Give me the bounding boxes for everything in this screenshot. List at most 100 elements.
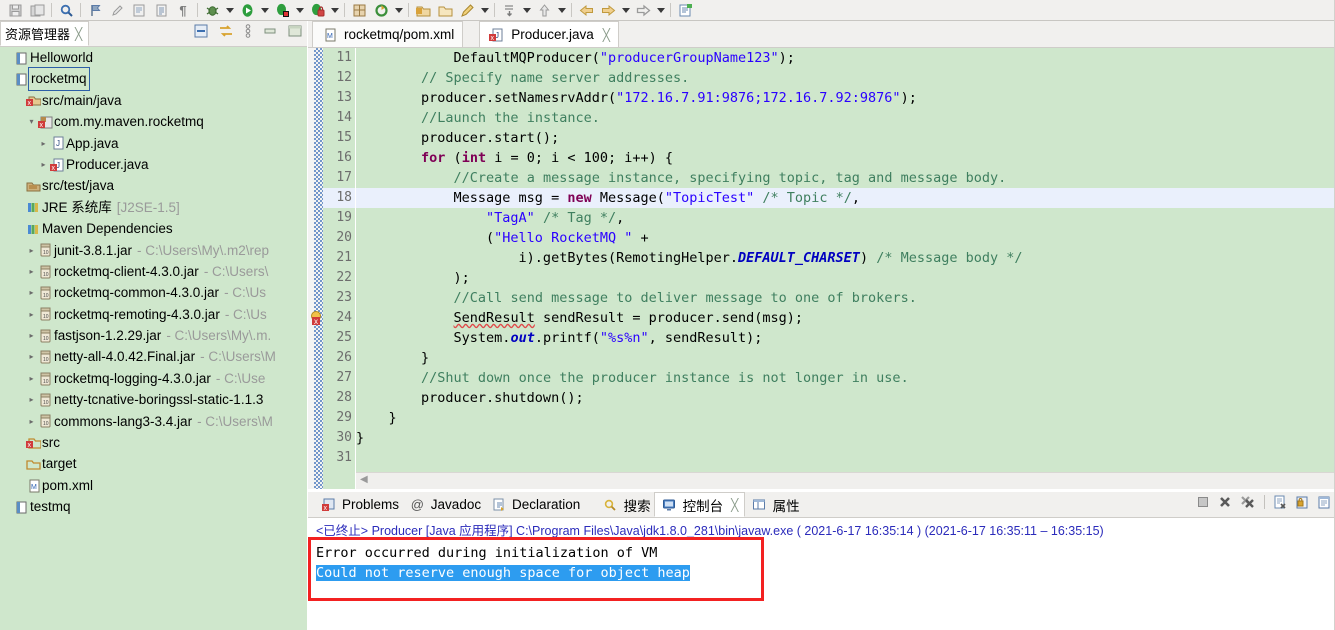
code-line[interactable]: }	[356, 348, 1335, 368]
chevron-right-icon[interactable]: ▸	[38, 133, 49, 154]
code-line[interactable]: producer.setNamesrvAddr("172.16.7.91:987…	[356, 88, 1335, 108]
chevron-down-icon[interactable]	[258, 1, 271, 20]
code-line[interactable]: System.out.printf("%s%n", sendResult);	[356, 328, 1335, 348]
refresh-icon[interactable]	[370, 1, 392, 20]
save-icon[interactable]	[4, 1, 26, 20]
code-view[interactable]: x 11 12 13 14 15 16 17 18 19 20 21 22 23 24 25 26 27 28 29…	[308, 48, 1335, 489]
link-with-editor-icon[interactable]	[218, 23, 234, 39]
editor-horizontal-scrollbar[interactable]: ◀	[356, 472, 1335, 489]
code-line[interactable]: }	[356, 408, 1335, 428]
code-line[interactable]: DefaultMQProducer("producerGroupName123"…	[356, 48, 1335, 68]
tree-item-fastjson-1-2-29-jar[interactable]: ▸ 10 fastjson-1.2.29.jar - C:\Users\My\.m.	[0, 325, 307, 346]
pin-console-icon[interactable]	[1317, 495, 1331, 509]
code-line[interactable]: //Shut down once the producer instance i…	[356, 368, 1335, 388]
open-task-icon[interactable]	[150, 1, 172, 20]
tree-item-rocketmq-remoting-4-3-0-jar[interactable]: ▸ 10 rocketmq-remoting-4.3.0.jar - C:\Us	[0, 304, 307, 325]
code-line[interactable]: for (int i = 0; i < 100; i++) {	[356, 148, 1335, 168]
tree-item-target[interactable]: target	[0, 453, 307, 474]
save-all-icon[interactable]	[26, 1, 48, 20]
code-line[interactable]: );	[356, 268, 1335, 288]
console-tab-搜索[interactable]: 搜索	[596, 492, 657, 517]
pilcrow-icon[interactable]: ¶	[172, 1, 194, 20]
code-line[interactable]: //Call send message to deliver message t…	[356, 288, 1335, 308]
console-tab-控制台[interactable]: 控制台 ╳	[653, 492, 746, 517]
editor-tab-rocketmq-pom-xml[interactable]: Mrocketmq/pom.xml	[312, 21, 464, 47]
annotation-ruler[interactable]: x	[308, 48, 323, 489]
code-line[interactable]: "TagA" /* Tag */,	[356, 208, 1335, 228]
code-line[interactable]: Message msg = new Message("TopicTest" /*…	[356, 188, 1335, 208]
code-line[interactable]: //Launch the instance.	[356, 108, 1335, 128]
search-icon[interactable]	[55, 1, 77, 20]
forward-icon[interactable]	[597, 1, 619, 20]
remove-all-terminated-icon[interactable]	[1240, 495, 1256, 509]
tree-item-rocketmq-logging-4-3-0-jar[interactable]: ▸ 10 rocketmq-logging-4.3.0.jar - C:\Use	[0, 368, 307, 389]
code-line[interactable]: }	[356, 428, 1335, 448]
step-icon[interactable]	[498, 1, 520, 20]
code-line[interactable]: producer.start();	[356, 128, 1335, 148]
chevron-right-icon[interactable]: ▸	[38, 154, 49, 175]
tree-item-helloworld[interactable]: Helloworld	[0, 47, 307, 68]
code-line[interactable]: ("Hello RocketMQ " +	[356, 228, 1335, 248]
code-line[interactable]	[356, 448, 1335, 468]
code-line[interactable]: // Specify name server addresses.	[356, 68, 1335, 88]
chevron-right-icon[interactable]: ▸	[26, 411, 37, 432]
scroll-lock-icon[interactable]	[1295, 495, 1309, 509]
remove-launch-icon[interactable]	[1218, 495, 1232, 509]
tree-item-jre[interactable]: JRE 系统库 [J2SE-1.5]	[0, 197, 307, 218]
debug-icon[interactable]	[201, 1, 223, 20]
last-edit-icon[interactable]	[106, 1, 128, 20]
console-tab-declaration[interactable]: Declaration	[484, 492, 586, 517]
tree-item-app-java[interactable]: ▸ J App.java	[0, 133, 307, 154]
chevron-down-icon[interactable]: ▾	[26, 111, 37, 132]
tree-item-netty-all-4-0-42-final-jar[interactable]: ▸ 10 netty-all-4.0.42.Final.jar - C:\Users\…	[0, 346, 307, 367]
clear-console-icon[interactable]	[1273, 495, 1287, 509]
tree-item-junit-3-8-1-jar[interactable]: ▸ 10 junit-3.8.1.jar - C:\Users\My\.m2\rep	[0, 240, 307, 261]
tree-item-src-main-java[interactable]: x src/main/java	[0, 90, 307, 111]
console-tab-属性[interactable]: 属性	[745, 492, 806, 517]
tree-item-producer-java[interactable]: ▸ Jx Producer.java	[0, 154, 307, 175]
close-icon[interactable]: ╳	[603, 28, 610, 42]
terminate-icon[interactable]	[1196, 495, 1210, 509]
tree-item-pom-xml[interactable]: Mpom.xml	[0, 475, 307, 496]
run-external-tools-icon[interactable]	[271, 1, 293, 20]
chevron-down-icon[interactable]	[223, 1, 236, 20]
console-output-line[interactable]: Could not reserve enough space for objec…	[308, 563, 1335, 583]
chevron-right-icon[interactable]: ▸	[26, 282, 37, 303]
new-editor-icon[interactable]	[674, 1, 696, 20]
tree-item-rocketmq-client-4-3-0-jar[interactable]: ▸ 10 rocketmq-client-4.3.0.jar - C:\Users\	[0, 261, 307, 282]
new-java-package-icon[interactable]	[348, 1, 370, 20]
step-up-icon[interactable]	[533, 1, 555, 20]
minimize-icon[interactable]	[262, 23, 278, 39]
chevron-down-icon[interactable]	[520, 1, 533, 20]
chevron-down-icon[interactable]	[654, 1, 667, 20]
chevron-down-icon[interactable]	[555, 1, 568, 20]
open-folder-2-icon[interactable]	[434, 1, 456, 20]
chevron-right-icon[interactable]: ▸	[26, 325, 37, 346]
tree-item-com-my-maven-rocketmq[interactable]: ▾ x com.my.maven.rocketmq	[0, 111, 307, 132]
next-icon[interactable]	[632, 1, 654, 20]
chevron-down-icon[interactable]	[478, 1, 491, 20]
chevron-right-icon[interactable]: ▸	[26, 240, 37, 261]
tree-item-commons-lang3-3-4-jar[interactable]: ▸ 10 commons-lang3-3.4.jar - C:\Users\M	[0, 411, 307, 432]
back-icon[interactable]	[575, 1, 597, 20]
tree-item-rocketmq-common-4-3-0-jar[interactable]: ▸ 10 rocketmq-common-4.3.0.jar - C:\Us	[0, 282, 307, 303]
chevron-right-icon[interactable]: ▸	[26, 261, 37, 282]
chevron-right-icon[interactable]: ▸	[26, 368, 37, 389]
run-icon[interactable]	[236, 1, 258, 20]
chevron-down-icon[interactable]	[392, 1, 405, 20]
code-lines[interactable]: DefaultMQProducer("producerGroupName123"…	[356, 48, 1335, 489]
maximize-icon[interactable]	[287, 23, 303, 39]
console-tab-problems[interactable]: x Problems	[314, 492, 405, 517]
chevron-down-icon[interactable]	[328, 1, 341, 20]
error-marker-icon[interactable]: x	[309, 310, 324, 326]
tab-resource-explorer[interactable]: 资源管理器 ╳	[0, 21, 90, 46]
collapse-all-icon[interactable]	[193, 23, 209, 39]
console-output[interactable]: <已终止> Producer [Java 应用程序] C:\Program Fi…	[308, 518, 1335, 630]
code-line[interactable]: //Create a message instance, specifying …	[356, 168, 1335, 188]
open-type-icon[interactable]	[128, 1, 150, 20]
tree-item-src[interactable]: x src	[0, 432, 307, 453]
console-output-line[interactable]: Error occurred during initialization of …	[308, 543, 1335, 563]
console-tab-javadoc[interactable]: @ Javadoc	[403, 492, 487, 517]
chevron-right-icon[interactable]: ▸	[26, 389, 37, 410]
marker-icon[interactable]	[456, 1, 478, 20]
